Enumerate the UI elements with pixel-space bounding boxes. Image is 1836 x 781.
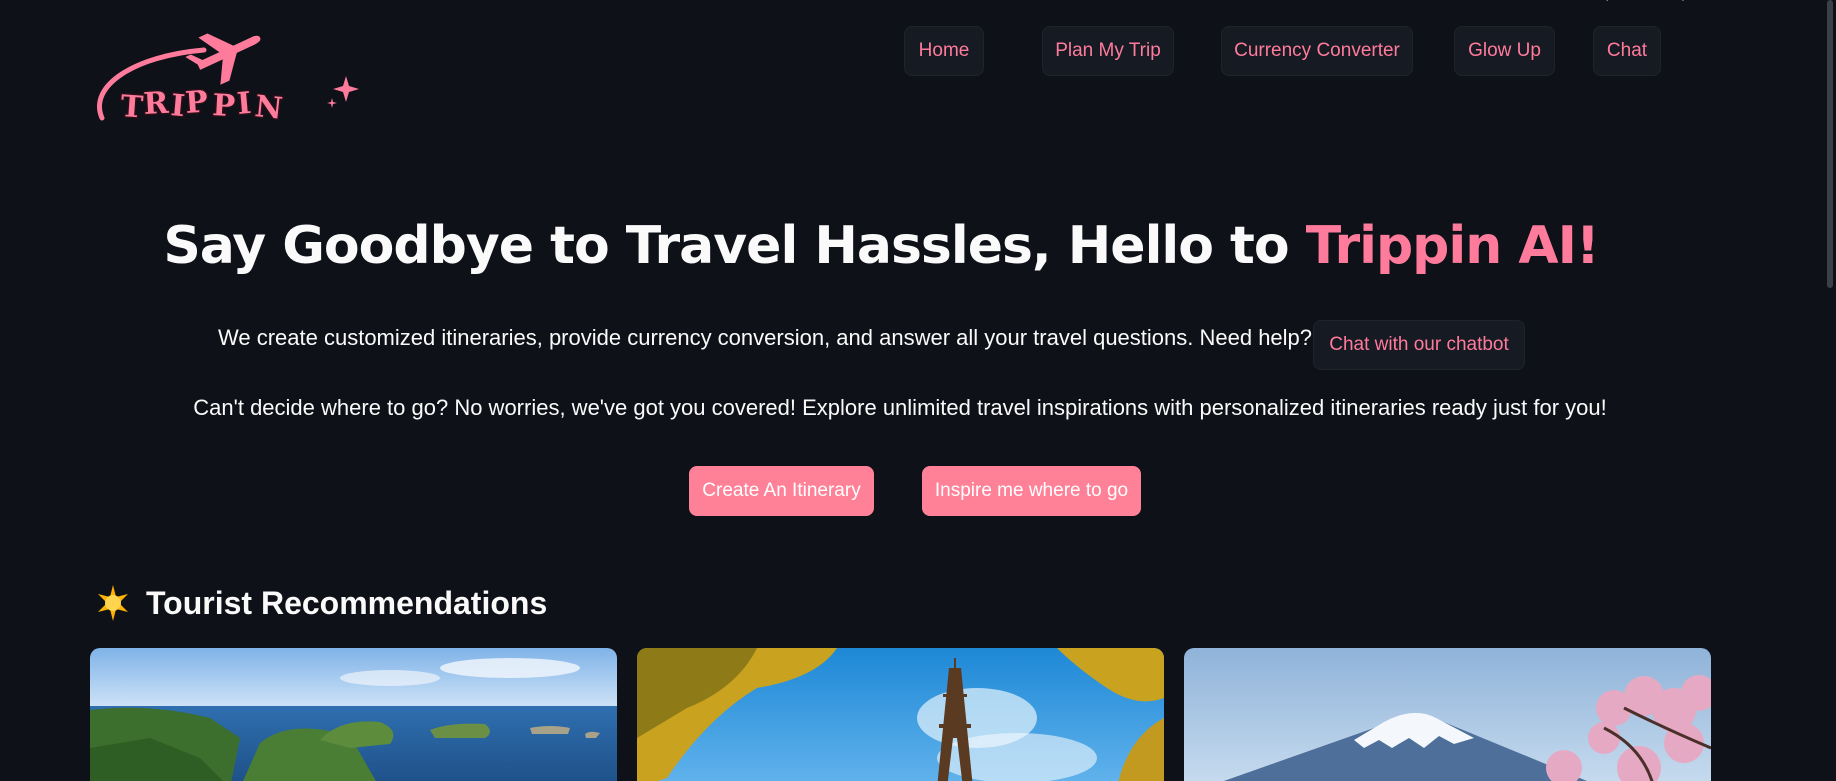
trippin-logo[interactable]: T R I P P I N — [94, 26, 362, 128]
svg-text:P: P — [184, 84, 209, 120]
recommendation-card-paris[interactable] — [637, 648, 1164, 781]
recommendation-card-fuji[interactable] — [1184, 648, 1711, 781]
hero-description: We create customized itineraries, provid… — [218, 325, 1313, 350]
hero-inspiration-text: Can't decide where to go? No worries, we… — [193, 395, 1607, 420]
coastal-cliffs-image — [90, 648, 617, 781]
recommendation-card-coastal[interactable] — [90, 648, 617, 781]
svg-text:I: I — [236, 86, 253, 122]
recommendations-heading: Tourist Recommendations — [94, 584, 547, 622]
hero-title-main: Say Goodbye to Travel Hassles, Hello to — [163, 216, 1306, 276]
top-edge-marks: ˅˅ — [1604, 0, 1756, 5]
inspire-me-button[interactable]: Inspire me where to go — [922, 466, 1141, 516]
nav-currency-converter-button[interactable]: Currency Converter — [1221, 26, 1413, 76]
page-scrollbar[interactable] — [1824, 0, 1836, 781]
nav-chat-button[interactable]: Chat — [1593, 26, 1661, 76]
nav-glow-up-button[interactable]: Glow Up — [1454, 26, 1555, 76]
eiffel-tower-image — [637, 648, 1164, 781]
create-itinerary-button[interactable]: Create An Itinerary — [689, 466, 874, 516]
page: ˅˅ T R I P P I N — [0, 0, 1836, 781]
logo-graphic: T R I P P I N — [97, 33, 359, 128]
nav-home-button[interactable]: Home — [904, 26, 984, 76]
hero-title-accent: Trippin AI! — [1305, 216, 1600, 276]
nav-plan-my-trip-button[interactable]: Plan My Trip — [1042, 26, 1174, 76]
scrollbar-thumb[interactable] — [1827, 0, 1833, 288]
svg-text:N: N — [253, 89, 284, 127]
chat-with-chatbot-button[interactable]: Chat with our chatbot — [1313, 320, 1525, 370]
svg-text:P: P — [212, 88, 236, 124]
hero-title: Say Goodbye to Travel Hassles, Hello to … — [0, 216, 1762, 276]
svg-text:R: R — [143, 86, 171, 122]
glowing-star-icon — [94, 584, 132, 622]
svg-text:T: T — [119, 89, 144, 126]
mount-fuji-image — [1184, 648, 1711, 781]
recommendations-title: Tourist Recommendations — [146, 584, 548, 621]
